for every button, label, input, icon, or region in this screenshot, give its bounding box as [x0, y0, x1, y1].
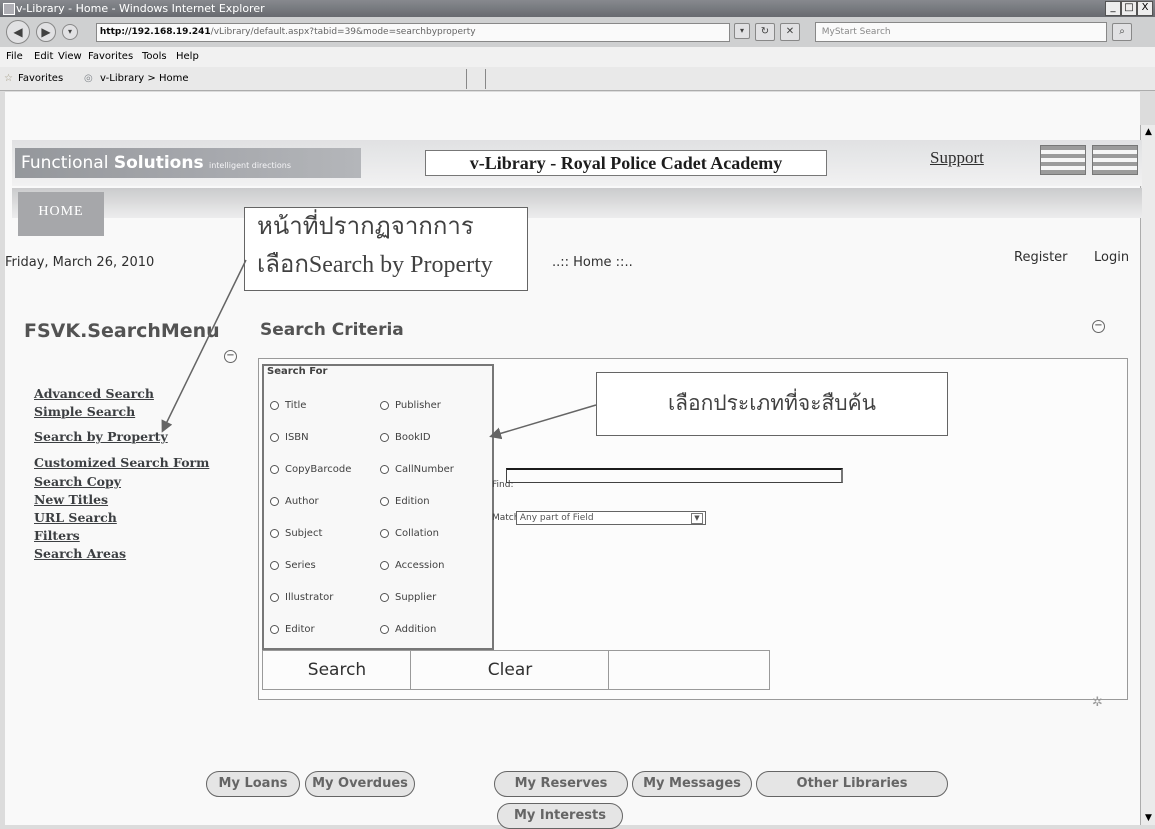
tab-my-overdues[interactable]: My Overdues: [305, 771, 415, 797]
tab-my-loans[interactable]: My Loans: [206, 771, 300, 797]
tab-my-reserves[interactable]: My Reserves: [494, 771, 628, 797]
tab-my-interests[interactable]: My Interests: [497, 803, 623, 829]
annotation-arrows: [161, 259, 597, 440]
tab-other-libraries[interactable]: Other Libraries: [756, 771, 948, 797]
arrow-to-sidebar: [161, 259, 247, 433]
tab-my-messages[interactable]: My Messages: [632, 771, 752, 797]
arrow-to-options: [489, 404, 597, 440]
